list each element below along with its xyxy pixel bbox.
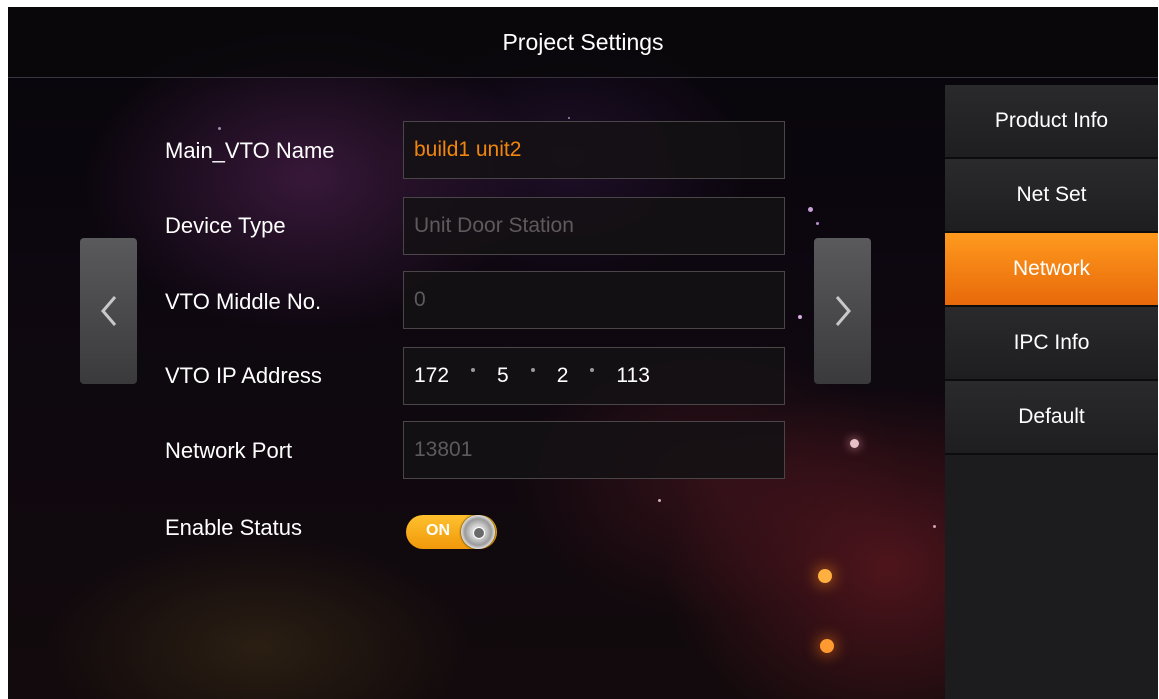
star-decoration xyxy=(933,525,936,528)
toggle-state-label: ON xyxy=(426,522,450,539)
star-decoration xyxy=(798,315,802,319)
network-port-field: 13801 xyxy=(403,421,785,479)
star-decoration xyxy=(658,499,661,502)
star-decoration xyxy=(568,117,570,119)
star-decoration xyxy=(818,569,832,583)
star-decoration xyxy=(808,207,813,212)
settings-sidebar: Product Info Net Set Network IPC Info De… xyxy=(945,85,1158,699)
vto-ip-address-input[interactable]: 172 5 2 113 xyxy=(403,347,785,405)
main-vto-name-input[interactable]: build1 unit2 xyxy=(403,121,785,179)
ip-separator xyxy=(590,368,595,372)
star-decoration xyxy=(218,127,221,130)
device-type-label: Device Type xyxy=(165,213,286,238)
toggle-knob-icon xyxy=(461,515,495,549)
device-type-field: Unit Door Station xyxy=(403,197,785,255)
vto-middle-no-label: VTO Middle No. xyxy=(165,289,322,314)
ip-octet-4[interactable]: 113 xyxy=(616,364,649,388)
enable-status-label: Enable Status xyxy=(165,515,302,540)
sidebar-item-product-info[interactable]: Product Info xyxy=(945,85,1158,159)
enable-status-toggle[interactable]: ON xyxy=(406,515,497,549)
prev-page-button[interactable] xyxy=(80,238,137,384)
screen-frame: Project Settings Main_VTO Name build1 un… xyxy=(8,7,1158,699)
vto-ip-address-label: VTO IP Address xyxy=(165,363,322,388)
network-port-label: Network Port xyxy=(165,438,293,463)
sidebar-item-ipc-info[interactable]: IPC Info xyxy=(945,307,1158,381)
ip-separator xyxy=(530,368,535,372)
ip-octet-2[interactable]: 5 xyxy=(497,364,509,388)
next-page-button[interactable] xyxy=(814,238,871,384)
star-decoration xyxy=(850,439,859,448)
star-decoration xyxy=(820,639,834,653)
ip-octet-1[interactable]: 172 xyxy=(414,364,449,388)
vto-middle-no-field: 0 xyxy=(403,271,785,329)
sidebar-item-net-set[interactable]: Net Set xyxy=(945,159,1158,233)
ip-octet-3[interactable]: 2 xyxy=(557,364,569,388)
ip-separator xyxy=(471,368,476,372)
sidebar-item-network[interactable]: Network xyxy=(945,233,1158,307)
chevron-left-icon xyxy=(100,296,116,326)
page-title: Project Settings xyxy=(8,7,1158,78)
sidebar-item-default[interactable]: Default xyxy=(945,381,1158,455)
main-vto-name-label: Main_VTO Name xyxy=(165,138,335,163)
chevron-right-icon xyxy=(835,296,851,326)
star-decoration xyxy=(816,222,819,225)
